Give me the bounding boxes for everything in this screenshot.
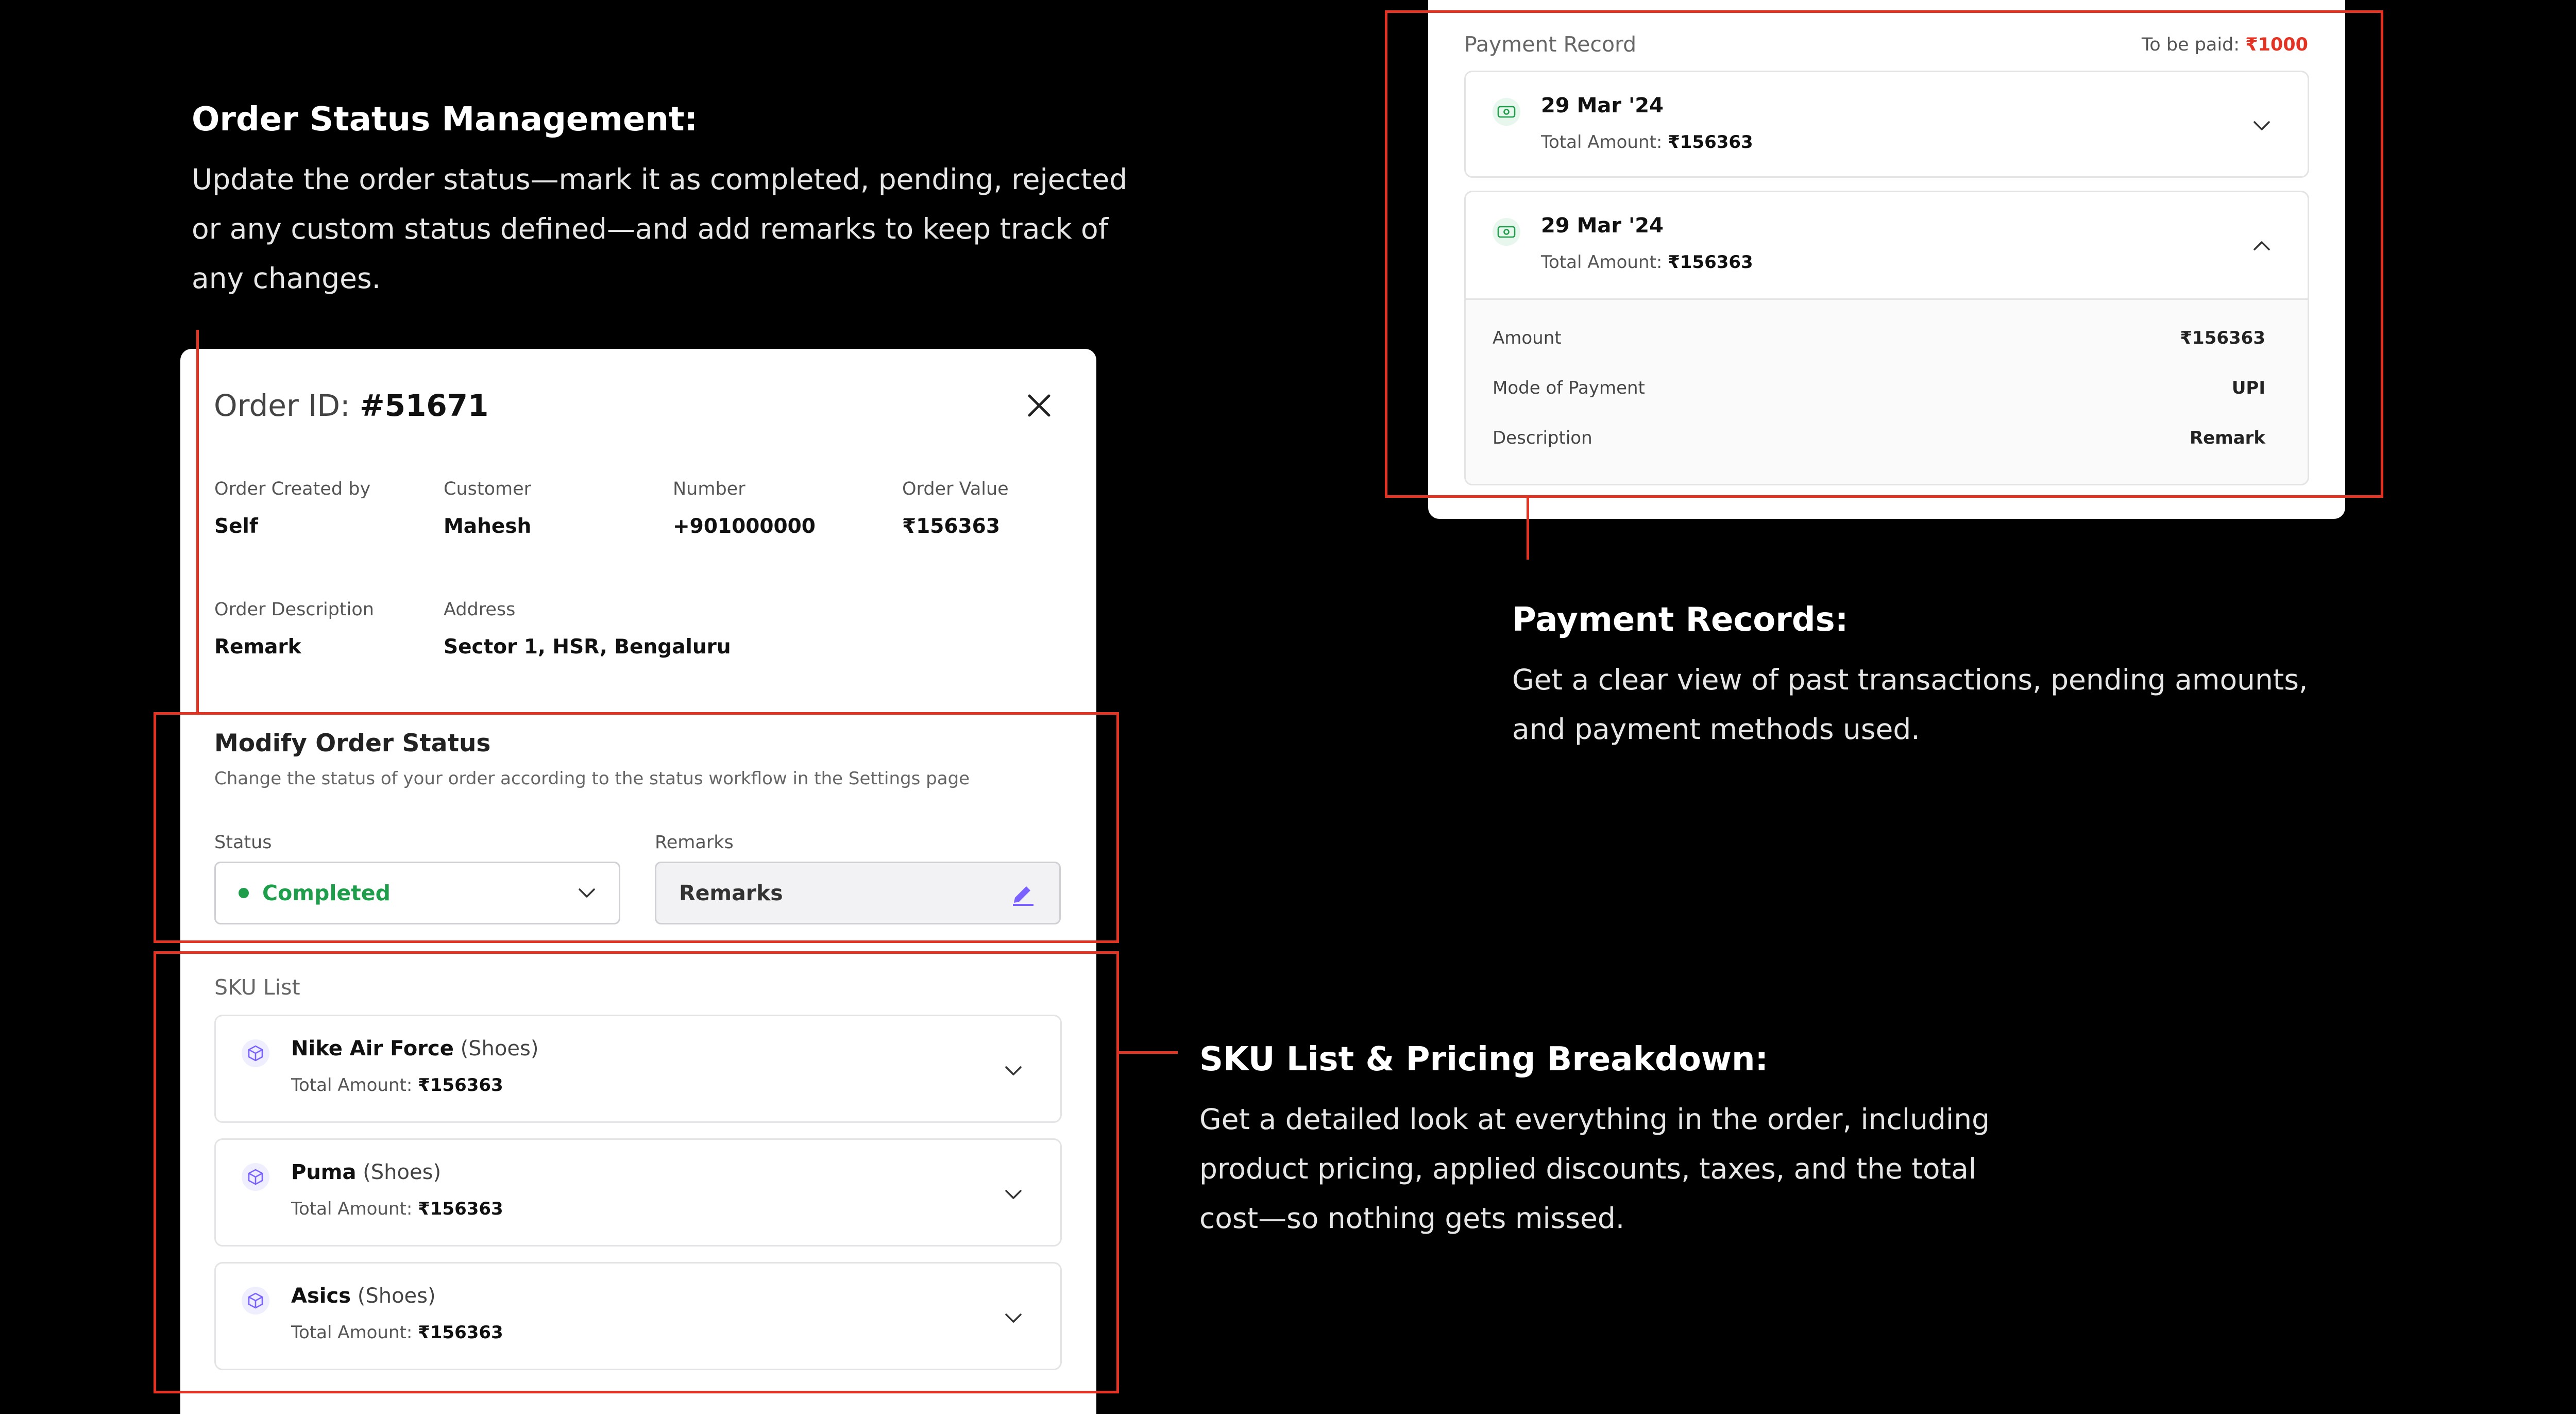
field-label: Number: [673, 479, 745, 499]
field-label: Order Description: [214, 599, 374, 620]
sku-list-annotation: SKU List & Pricing Breakdown: Get a deta…: [1199, 1039, 2075, 1243]
field-value: Sector 1, HSR, Bengaluru: [444, 635, 731, 659]
field-label: Customer: [444, 479, 532, 499]
sku-connector-line: [1119, 1051, 1178, 1054]
field-value: +901000000: [673, 515, 816, 538]
field-order-value: Order Value ₹156363: [902, 478, 1009, 540]
field-value: Remark: [214, 635, 301, 659]
field-address: Address Sector 1, HSR, Bengaluru: [444, 598, 731, 660]
close-button[interactable]: [1025, 392, 1053, 419]
annotation-line: and payment methods used.: [1512, 713, 1920, 746]
order-status-annotation: Order Status Management: Update the orde…: [192, 99, 1145, 303]
status-connector-line: [196, 330, 199, 712]
sku-highlight-frame: [154, 951, 1119, 1393]
field-value: Self: [214, 515, 258, 538]
field-label: Address: [444, 599, 516, 620]
payment-highlight-frame: [1385, 10, 2383, 498]
annotation-line: any changes.: [192, 262, 381, 295]
field-value: Mahesh: [444, 515, 532, 538]
field-label: Order Created by: [214, 479, 371, 499]
annotation-title: Order Status Management:: [192, 100, 698, 139]
annotation-line: product pricing, applied discounts, taxe…: [1199, 1152, 1977, 1185]
field-order-description: Order Description Remark: [214, 598, 374, 660]
order-id-value: #51671: [360, 388, 489, 423]
annotation-line: Get a clear view of past transactions, p…: [1512, 663, 2308, 696]
annotation-line: or any custom status defined—and add rem…: [192, 212, 1109, 245]
field-number: Number +901000000: [673, 478, 816, 540]
field-created-by: Order Created by Self: [214, 478, 370, 540]
order-id-heading: Order ID: #51671: [214, 388, 488, 424]
annotation-title: SKU List & Pricing Breakdown:: [1199, 1040, 1769, 1079]
field-customer: Customer Mahesh: [444, 478, 531, 540]
payment-records-annotation: Payment Records: Get a clear view of pas…: [1512, 599, 2388, 754]
field-label: Order Value: [902, 479, 1009, 499]
field-value: ₹156363: [902, 515, 1000, 538]
annotation-line: cost—so nothing gets missed.: [1199, 1202, 1625, 1235]
annotation-title: Payment Records:: [1512, 601, 1849, 639]
close-icon: [1028, 394, 1050, 417]
annotation-line: Get a detailed look at everything in the…: [1199, 1103, 1990, 1136]
status-highlight-frame: [154, 712, 1119, 943]
payment-connector-line: [1527, 498, 1529, 560]
annotation-line: Update the order status—mark it as compl…: [192, 163, 1128, 196]
order-id-label: Order ID:: [214, 388, 350, 423]
